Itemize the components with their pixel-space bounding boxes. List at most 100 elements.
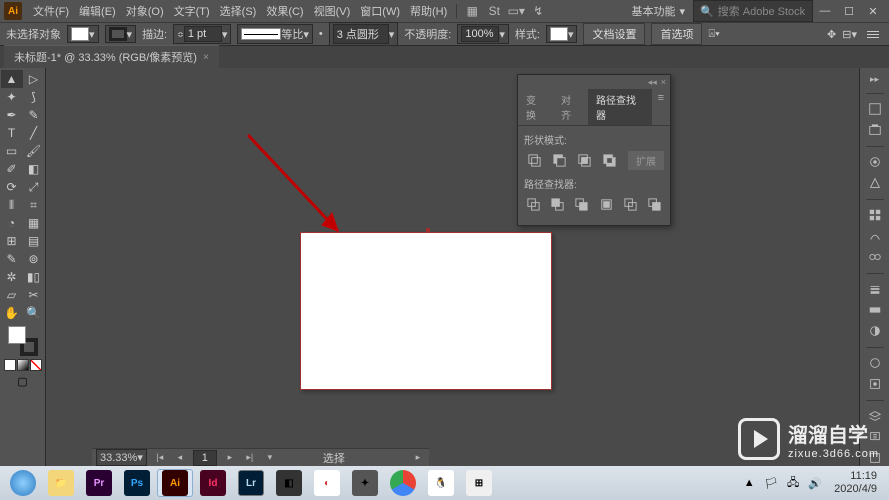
menu-select[interactable]: 选择(S) bbox=[215, 3, 262, 19]
fill-color-icon[interactable] bbox=[8, 326, 26, 344]
tray-icon-1[interactable]: ▲ bbox=[739, 469, 759, 497]
stroke-weight-input[interactable]: ≎1 pt▾ bbox=[173, 24, 231, 44]
taskbar-premiere[interactable]: Pr bbox=[81, 469, 117, 497]
graphic-styles-panel-icon[interactable] bbox=[864, 377, 886, 392]
taskbar-qq[interactable]: 🐧 bbox=[423, 469, 459, 497]
align-to-icon[interactable]: ⍓▾ bbox=[708, 28, 719, 41]
document-setup-button[interactable]: 文档设置 bbox=[583, 23, 645, 45]
artboard-number[interactable]: 1 bbox=[193, 450, 217, 466]
dock-collapse-icon[interactable]: ▸▸ bbox=[868, 74, 882, 85]
direct-selection-tool[interactable]: ▷ bbox=[23, 70, 45, 88]
close-button[interactable]: ✕ bbox=[863, 4, 883, 18]
close-tab-icon[interactable]: × bbox=[203, 52, 209, 63]
swatches-panel-icon[interactable] bbox=[864, 208, 886, 223]
properties-panel-icon[interactable] bbox=[864, 102, 886, 117]
rectangle-tool[interactable]: ▭ bbox=[1, 142, 23, 160]
shape-builder-tool[interactable]: ◔ bbox=[1, 214, 23, 232]
type-tool[interactable]: T bbox=[1, 124, 23, 142]
transparency-panel-icon[interactable] bbox=[864, 324, 886, 339]
minimize-button[interactable]: — bbox=[815, 4, 835, 18]
search-input[interactable]: 🔍搜索 Adobe Stock bbox=[693, 0, 813, 22]
artboard-nav-dropdown[interactable]: ▾ bbox=[263, 451, 277, 465]
taskbar-clock[interactable]: 11:19 2020/4/9 bbox=[826, 470, 885, 496]
stroke-swatch[interactable]: ▾ bbox=[105, 25, 137, 43]
minus-back-icon[interactable] bbox=[645, 195, 664, 213]
arrange-icon[interactable]: ▭▾ bbox=[505, 2, 527, 20]
symbols-panel-icon[interactable] bbox=[864, 250, 886, 265]
menu-window[interactable]: 窗口(W) bbox=[355, 3, 405, 19]
canvas[interactable]: ◂◂ × 变换 对齐 路径查找器 ≡ 形状模式: 扩展 路径查找器: bbox=[46, 68, 859, 466]
divide-icon[interactable] bbox=[524, 195, 543, 213]
tray-network-icon[interactable]: 🖧 bbox=[783, 469, 803, 497]
eyedropper-tool[interactable]: ✎ bbox=[1, 250, 23, 268]
document-tab[interactable]: 未标题-1* @ 33.33% (RGB/像素预览) × bbox=[4, 45, 219, 68]
column-graph-tool[interactable]: ▮▯ bbox=[23, 268, 45, 286]
tray-icon-2[interactable]: 🏳 bbox=[761, 469, 781, 497]
stroke-panel-icon[interactable] bbox=[864, 282, 886, 297]
intersect-icon[interactable] bbox=[574, 151, 594, 169]
next-artboard-icon[interactable]: ▸ bbox=[223, 451, 237, 465]
maximize-button[interactable]: ☐ bbox=[839, 4, 859, 18]
taskbar-chrome[interactable] bbox=[385, 469, 421, 497]
menu-effect[interactable]: 效果(C) bbox=[261, 3, 308, 19]
status-menu-icon[interactable]: ▸ bbox=[411, 451, 425, 465]
tab-pathfinder[interactable]: 路径查找器 bbox=[588, 89, 652, 125]
first-artboard-icon[interactable]: |◂ bbox=[153, 451, 167, 465]
menu-type[interactable]: 文字(T) bbox=[169, 3, 215, 19]
corner-input[interactable]: 3 点圆形▾ bbox=[329, 22, 399, 46]
prev-artboard-icon[interactable]: ◂ bbox=[173, 451, 187, 465]
menu-view[interactable]: 视图(V) bbox=[309, 3, 356, 19]
expand-button[interactable]: 扩展 bbox=[628, 151, 664, 170]
color-mode-icon[interactable] bbox=[4, 359, 16, 371]
fill-swatch[interactable]: ▾ bbox=[67, 25, 99, 43]
taskbar-app-3[interactable]: ✦ bbox=[347, 469, 383, 497]
taskbar-indesign[interactable]: Id bbox=[195, 469, 231, 497]
zoom-level[interactable]: 33.33%▾ bbox=[96, 449, 147, 466]
zoom-tool[interactable]: 🔍 bbox=[23, 304, 45, 322]
shaper-tool[interactable]: ✐ bbox=[1, 160, 23, 178]
exclude-icon[interactable] bbox=[599, 151, 619, 169]
last-artboard-icon[interactable]: ▸| bbox=[243, 451, 257, 465]
curvature-tool[interactable]: ✎ bbox=[23, 106, 45, 124]
width-tool[interactable]: ⫴ bbox=[1, 196, 23, 214]
hand-tool[interactable]: ✋ bbox=[1, 304, 23, 322]
merge-icon[interactable] bbox=[572, 195, 591, 213]
workspace-switcher[interactable]: 基本功能▾ bbox=[623, 1, 693, 21]
fill-stroke-control[interactable] bbox=[8, 326, 38, 356]
color-panel-icon[interactable] bbox=[864, 155, 886, 170]
gradient-mode-icon[interactable] bbox=[17, 359, 29, 371]
outline-icon[interactable] bbox=[621, 195, 640, 213]
mesh-tool[interactable]: ⊞ bbox=[1, 232, 23, 250]
stroke-profile[interactable]: 等比▾ bbox=[237, 24, 313, 44]
options-menu-icon[interactable] bbox=[863, 26, 883, 42]
preferences-button[interactable]: 首选项 bbox=[651, 23, 702, 45]
panel-close-icon[interactable]: × bbox=[661, 77, 666, 87]
style-swatch[interactable]: ▾ bbox=[546, 25, 578, 43]
panel-menu-icon[interactable]: ≡ bbox=[652, 89, 670, 125]
color-guide-panel-icon[interactable] bbox=[864, 176, 886, 191]
taskbar-photoshop[interactable]: Ps bbox=[119, 469, 155, 497]
gradient-tool[interactable]: ▤ bbox=[23, 232, 45, 250]
menu-file[interactable]: 文件(F) bbox=[28, 3, 74, 19]
lasso-tool[interactable]: ⟆ bbox=[23, 88, 45, 106]
screen-mode-icon[interactable]: ▢ bbox=[13, 375, 33, 388]
menu-object[interactable]: 对象(O) bbox=[121, 3, 169, 19]
trim-icon[interactable] bbox=[548, 195, 567, 213]
taskbar-lightroom[interactable]: Lr bbox=[233, 469, 269, 497]
gradient-panel-icon[interactable] bbox=[864, 303, 886, 318]
slice-tool[interactable]: ✂ bbox=[23, 286, 45, 304]
symbol-sprayer-tool[interactable]: ✲ bbox=[1, 268, 23, 286]
tab-align[interactable]: 对齐 bbox=[553, 89, 588, 125]
start-button[interactable] bbox=[5, 469, 41, 497]
none-mode-icon[interactable] bbox=[30, 359, 42, 371]
scale-tool[interactable]: ⤢ bbox=[23, 178, 45, 196]
eraser-tool[interactable]: ◧ bbox=[23, 160, 45, 178]
pen-tool[interactable]: ✒ bbox=[1, 106, 23, 124]
tab-transform[interactable]: 变换 bbox=[518, 89, 553, 125]
opacity-input[interactable]: 100%▾ bbox=[457, 24, 509, 44]
free-transform-tool[interactable]: ⌗ bbox=[23, 196, 45, 214]
minus-front-icon[interactable] bbox=[549, 151, 569, 169]
gpu-icon[interactable]: ↯ bbox=[527, 2, 549, 20]
crop-icon[interactable] bbox=[597, 195, 616, 213]
taskbar-illustrator[interactable]: Ai bbox=[157, 469, 193, 497]
